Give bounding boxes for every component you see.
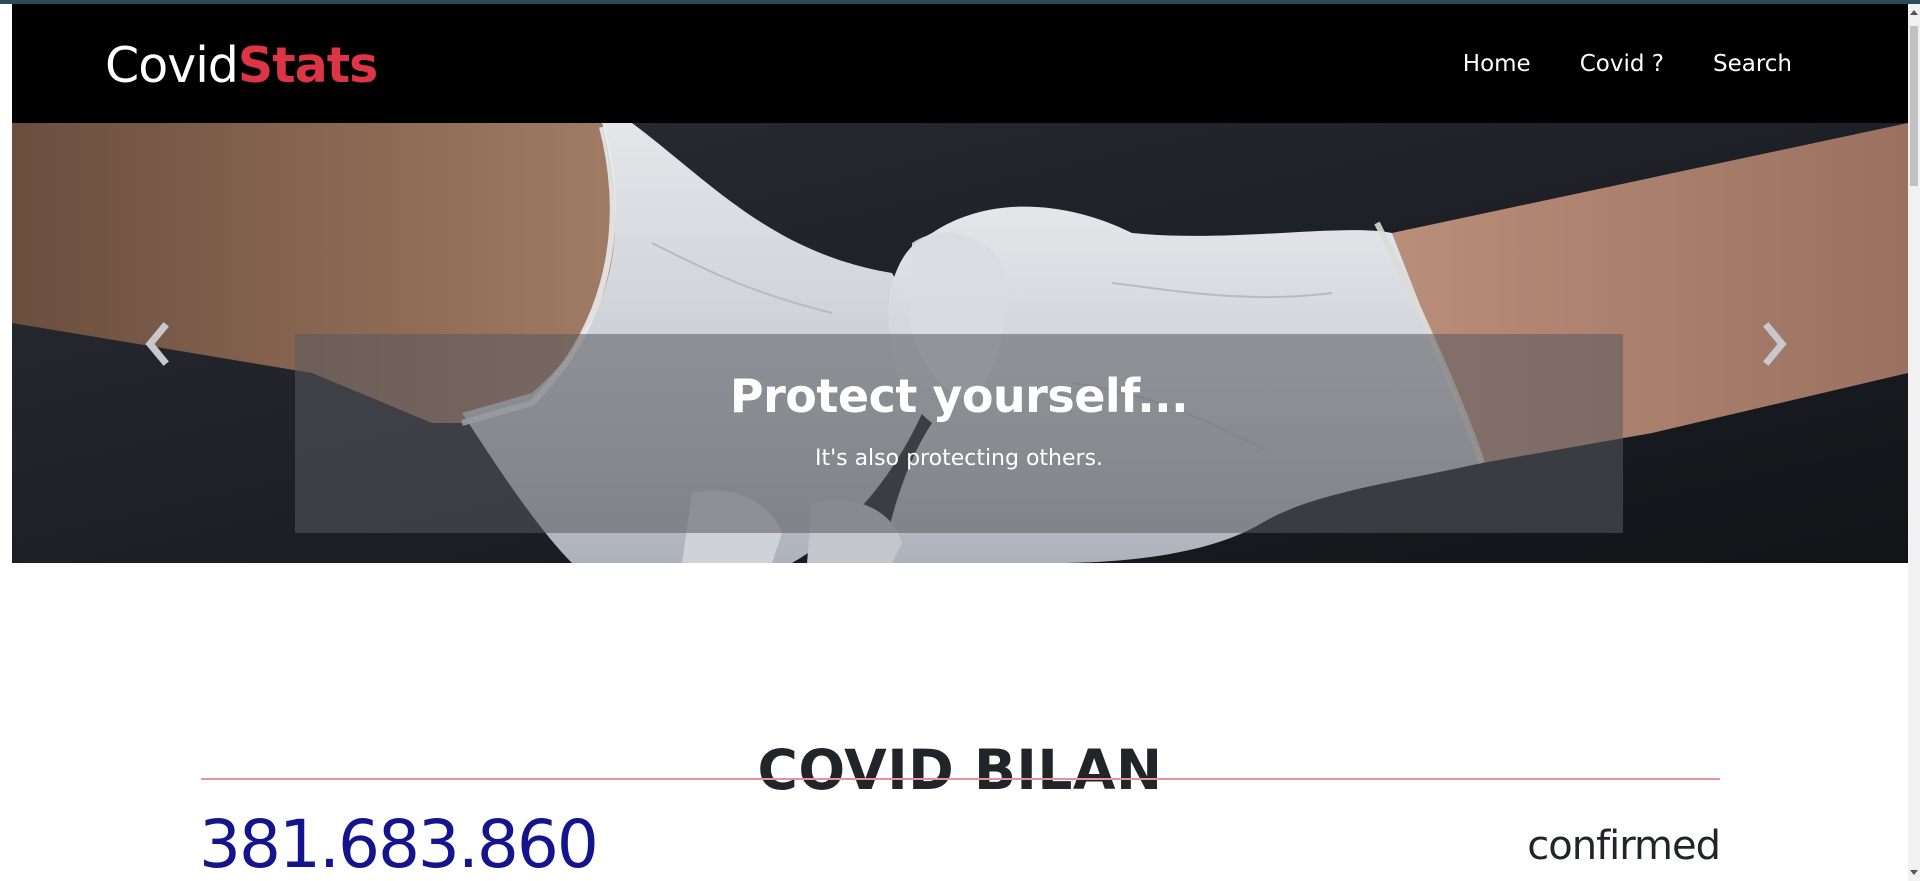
nav-link-search[interactable]: Search [1713, 49, 1792, 79]
nav-link-covid[interactable]: Covid ? [1580, 49, 1664, 79]
scrollbar-thumb[interactable] [1910, 26, 1918, 186]
confirmed-count: 381.683.860 [199, 806, 599, 881]
bilan-title: COVID BILAN [757, 737, 1163, 802]
page: CovidStats Home Covid ? Search Protect y… [0, 0, 1920, 881]
navbar: CovidStats Home Covid ? Search [12, 4, 1908, 123]
hero-carousel: Protect yourself... It's also protecting… [12, 123, 1908, 563]
nav-links: Home Covid ? Search [1463, 49, 1792, 79]
bilan-divider [201, 778, 1720, 780]
brand-name-part1: Covid [105, 37, 239, 94]
confirmed-label: confirmed [1527, 823, 1721, 869]
carousel-next-button[interactable] [1754, 319, 1794, 369]
scroll-up-arrow-icon[interactable] [1910, 10, 1918, 15]
brand-name-part2: Stats [237, 37, 378, 94]
carousel-prev-button[interactable] [138, 319, 178, 369]
carousel-caption-title: Protect yourself... [729, 369, 1189, 423]
left-gutter [0, 4, 12, 881]
page-scrollbar[interactable] [1908, 4, 1920, 881]
scroll-down-arrow-icon[interactable] [1910, 870, 1918, 875]
carousel-caption-subtitle: It's also protecting others. [814, 446, 1104, 471]
nav-link-home[interactable]: Home [1463, 49, 1531, 79]
chevron-left-icon [145, 322, 169, 366]
chevron-right-icon [1763, 322, 1787, 366]
carousel-caption: Protect yourself... It's also protecting… [295, 334, 1623, 533]
brand-logo[interactable]: CovidStats [105, 36, 378, 96]
